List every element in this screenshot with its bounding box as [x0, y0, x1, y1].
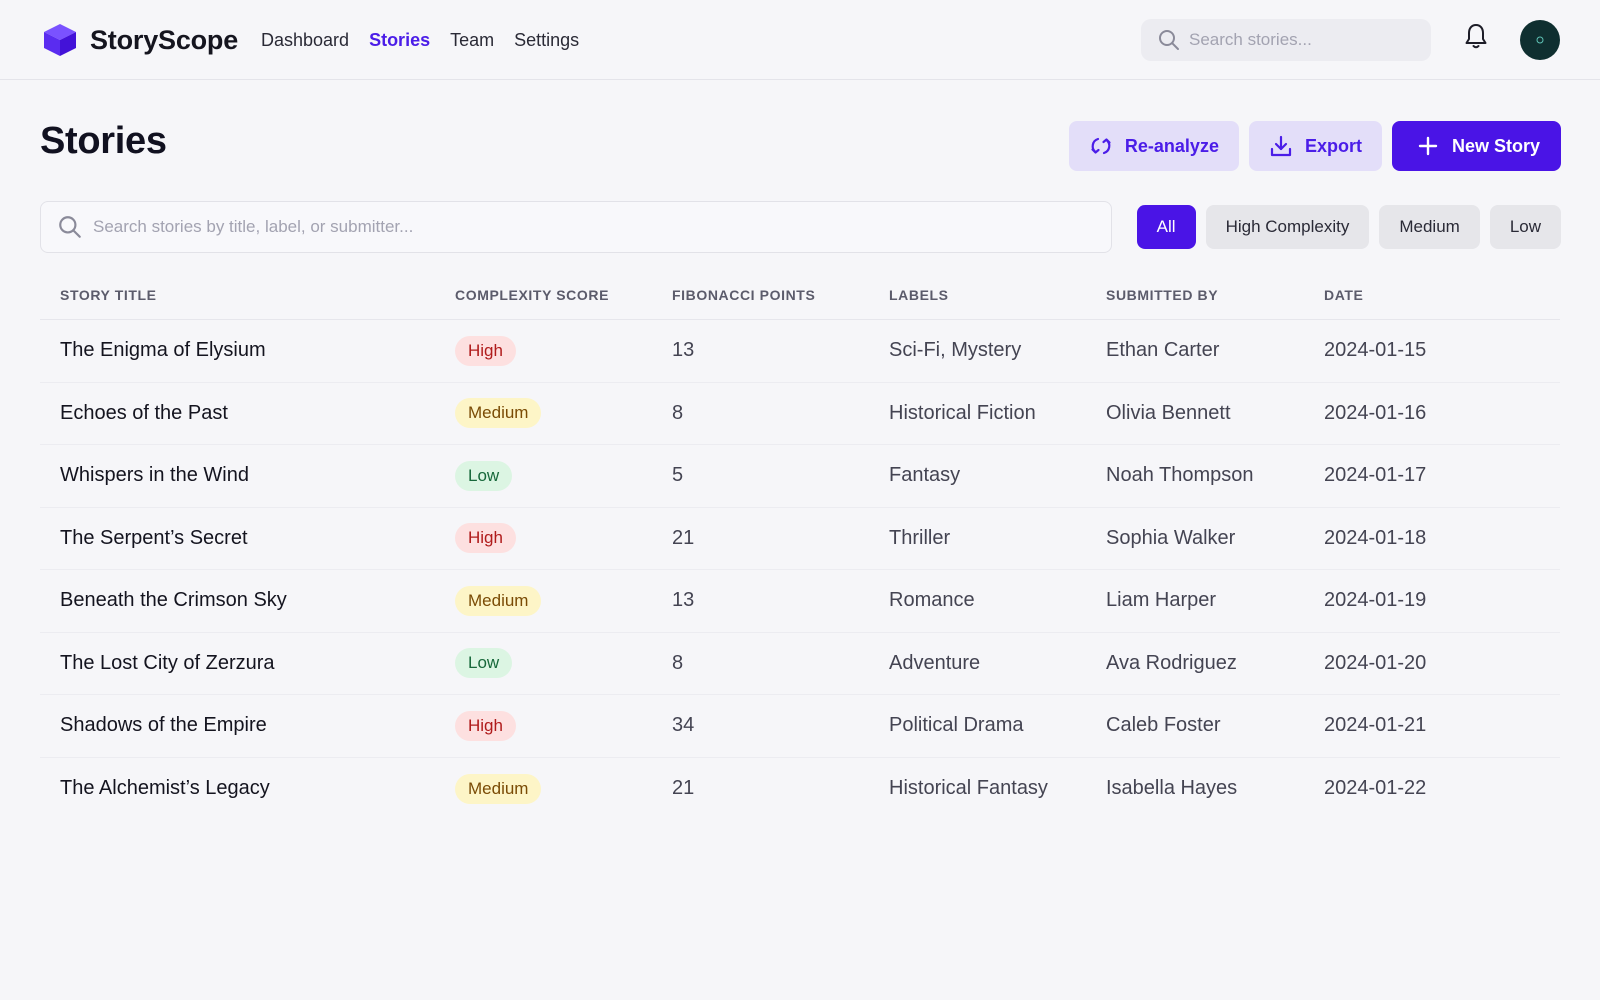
fibonacci-points: 8 [672, 401, 684, 424]
submitted-by: Ava Rodriguez [1106, 651, 1237, 674]
table-row[interactable]: The Serpent’s Secret High 21 Thriller So… [40, 508, 1560, 570]
logo-cube-icon [44, 24, 76, 56]
page-title: Stories [40, 120, 167, 162]
page-actions: Re-analyze Export New Story [1068, 121, 1561, 171]
refresh-icon [1091, 137, 1111, 155]
story-date: 2024-01-22 [1324, 777, 1427, 800]
complexity-filters: All High Complexity Medium Low [1136, 205, 1561, 249]
story-title[interactable]: The Serpent’s Secret [40, 527, 455, 550]
submitted-by: Ethan Carter [1106, 339, 1220, 362]
story-title[interactable]: Beneath the Crimson Sky [40, 589, 455, 612]
table-row[interactable]: Beneath the Crimson Sky Medium 13 Romanc… [40, 570, 1560, 633]
story-date: 2024-01-19 [1324, 589, 1427, 612]
story-search[interactable] [40, 201, 1112, 253]
nav-team[interactable]: Team [450, 30, 494, 51]
story-search-input[interactable] [93, 217, 1073, 237]
nav-stories[interactable]: Stories [369, 30, 430, 51]
submitted-by: Noah Thompson [1106, 464, 1254, 487]
fibonacci-points: 21 [672, 777, 695, 800]
table-row[interactable]: The Enigma of Elysium High 13 Sci-Fi, My… [40, 320, 1560, 383]
fibonacci-points: 8 [672, 651, 684, 674]
filter-all[interactable]: All [1136, 205, 1196, 249]
table-row[interactable]: Whispers in the Wind Low 5 Fantasy Noah … [40, 445, 1560, 508]
download-icon [1270, 135, 1292, 157]
story-title[interactable]: The Enigma of Elysium [40, 339, 455, 362]
story-title[interactable]: Shadows of the Empire [40, 714, 455, 737]
complexity-badge: High [455, 335, 516, 366]
story-labels: Sci-Fi, Mystery [889, 339, 1022, 362]
avatar-mark-icon [1536, 36, 1544, 44]
story-title[interactable]: Echoes of the Past [40, 402, 455, 425]
reanalyze-button[interactable]: Re-analyze [1068, 121, 1239, 171]
story-labels: Fantasy [889, 464, 961, 487]
new-story-label: New Story [1451, 135, 1540, 156]
plus-icon [1418, 136, 1438, 156]
story-title[interactable]: The Alchemist’s Legacy [40, 777, 455, 800]
story-date: 2024-01-18 [1324, 526, 1427, 549]
user-avatar[interactable] [1520, 20, 1560, 60]
brand[interactable]: StoryScope [42, 22, 238, 58]
complexity-badge: Medium [455, 773, 542, 804]
complexity-badge: High [455, 710, 516, 741]
story-labels: Political Drama [889, 714, 1024, 737]
search-icon [59, 216, 81, 238]
new-story-button[interactable]: New Story [1391, 121, 1561, 171]
column-header-complexity[interactable]: Complexity Score [455, 287, 672, 303]
export-button[interactable]: Export [1248, 121, 1382, 171]
fibonacci-points: 34 [672, 714, 695, 737]
filter-low[interactable]: Low [1489, 205, 1561, 249]
top-navigation-bar: StoryScope Dashboard Stories Team Settin… [0, 0, 1600, 80]
submitted-by: Caleb Foster [1106, 714, 1221, 737]
brand-name: StoryScope [90, 24, 239, 55]
main-nav: Dashboard Stories Team Settings [261, 27, 579, 53]
column-header-date[interactable]: Date [1324, 287, 1560, 303]
column-header-title[interactable]: Story Title [40, 287, 455, 303]
table-row[interactable]: Shadows of the Empire High 34 Political … [40, 695, 1560, 758]
submitted-by: Olivia Bennett [1106, 401, 1231, 424]
column-header-points[interactable]: Fibonacci Points [672, 287, 889, 303]
story-date: 2024-01-21 [1324, 714, 1427, 737]
story-labels: Historical Fantasy [889, 777, 1048, 800]
fibonacci-points: 13 [672, 589, 695, 612]
submitted-by: Liam Harper [1106, 589, 1217, 612]
story-date: 2024-01-16 [1324, 401, 1427, 424]
table-header: Story Title Complexity Score Fibonacci P… [40, 270, 1560, 320]
story-title[interactable]: The Lost City of Zerzura [40, 652, 455, 675]
complexity-badge: High [455, 523, 516, 554]
complexity-badge: Low [455, 648, 513, 679]
story-date: 2024-01-15 [1324, 339, 1427, 362]
fibonacci-points: 13 [672, 339, 695, 362]
story-labels: Thriller [889, 526, 951, 549]
bell-icon[interactable] [1463, 22, 1489, 50]
header-search[interactable] [1141, 19, 1431, 61]
story-date: 2024-01-17 [1324, 464, 1427, 487]
search-icon [1159, 30, 1179, 50]
complexity-badge: Low [455, 460, 513, 491]
fibonacci-points: 5 [672, 464, 684, 487]
story-title[interactable]: Whispers in the Wind [40, 464, 455, 487]
nav-settings[interactable]: Settings [514, 30, 579, 51]
reanalyze-label: Re-analyze [1124, 135, 1219, 156]
stories-table: Story Title Complexity Score Fibonacci P… [40, 270, 1560, 820]
export-label: Export [1304, 135, 1362, 156]
column-header-labels[interactable]: Labels [889, 287, 1106, 303]
story-labels: Adventure [889, 651, 981, 674]
story-labels: Historical Fiction [889, 401, 1036, 424]
header-search-input[interactable] [1189, 30, 1419, 50]
table-row[interactable]: Echoes of the Past Medium 8 Historical F… [40, 383, 1560, 445]
table-row[interactable]: The Lost City of Zerzura Low 8 Adventure… [40, 633, 1560, 695]
column-header-submitter[interactable]: Submitted By [1106, 287, 1324, 303]
submitted-by: Isabella Hayes [1106, 777, 1238, 800]
nav-dashboard[interactable]: Dashboard [261, 30, 349, 51]
filter-high-complexity[interactable]: High Complexity [1205, 205, 1370, 249]
story-labels: Romance [889, 589, 975, 612]
complexity-badge: Medium [455, 585, 542, 616]
complexity-badge: Medium [455, 398, 542, 429]
fibonacci-points: 21 [672, 526, 695, 549]
story-date: 2024-01-20 [1324, 651, 1427, 674]
table-row[interactable]: The Alchemist’s Legacy Medium 21 Histori… [40, 758, 1560, 821]
submitted-by: Sophia Walker [1106, 526, 1236, 549]
filter-medium[interactable]: Medium [1379, 205, 1480, 249]
